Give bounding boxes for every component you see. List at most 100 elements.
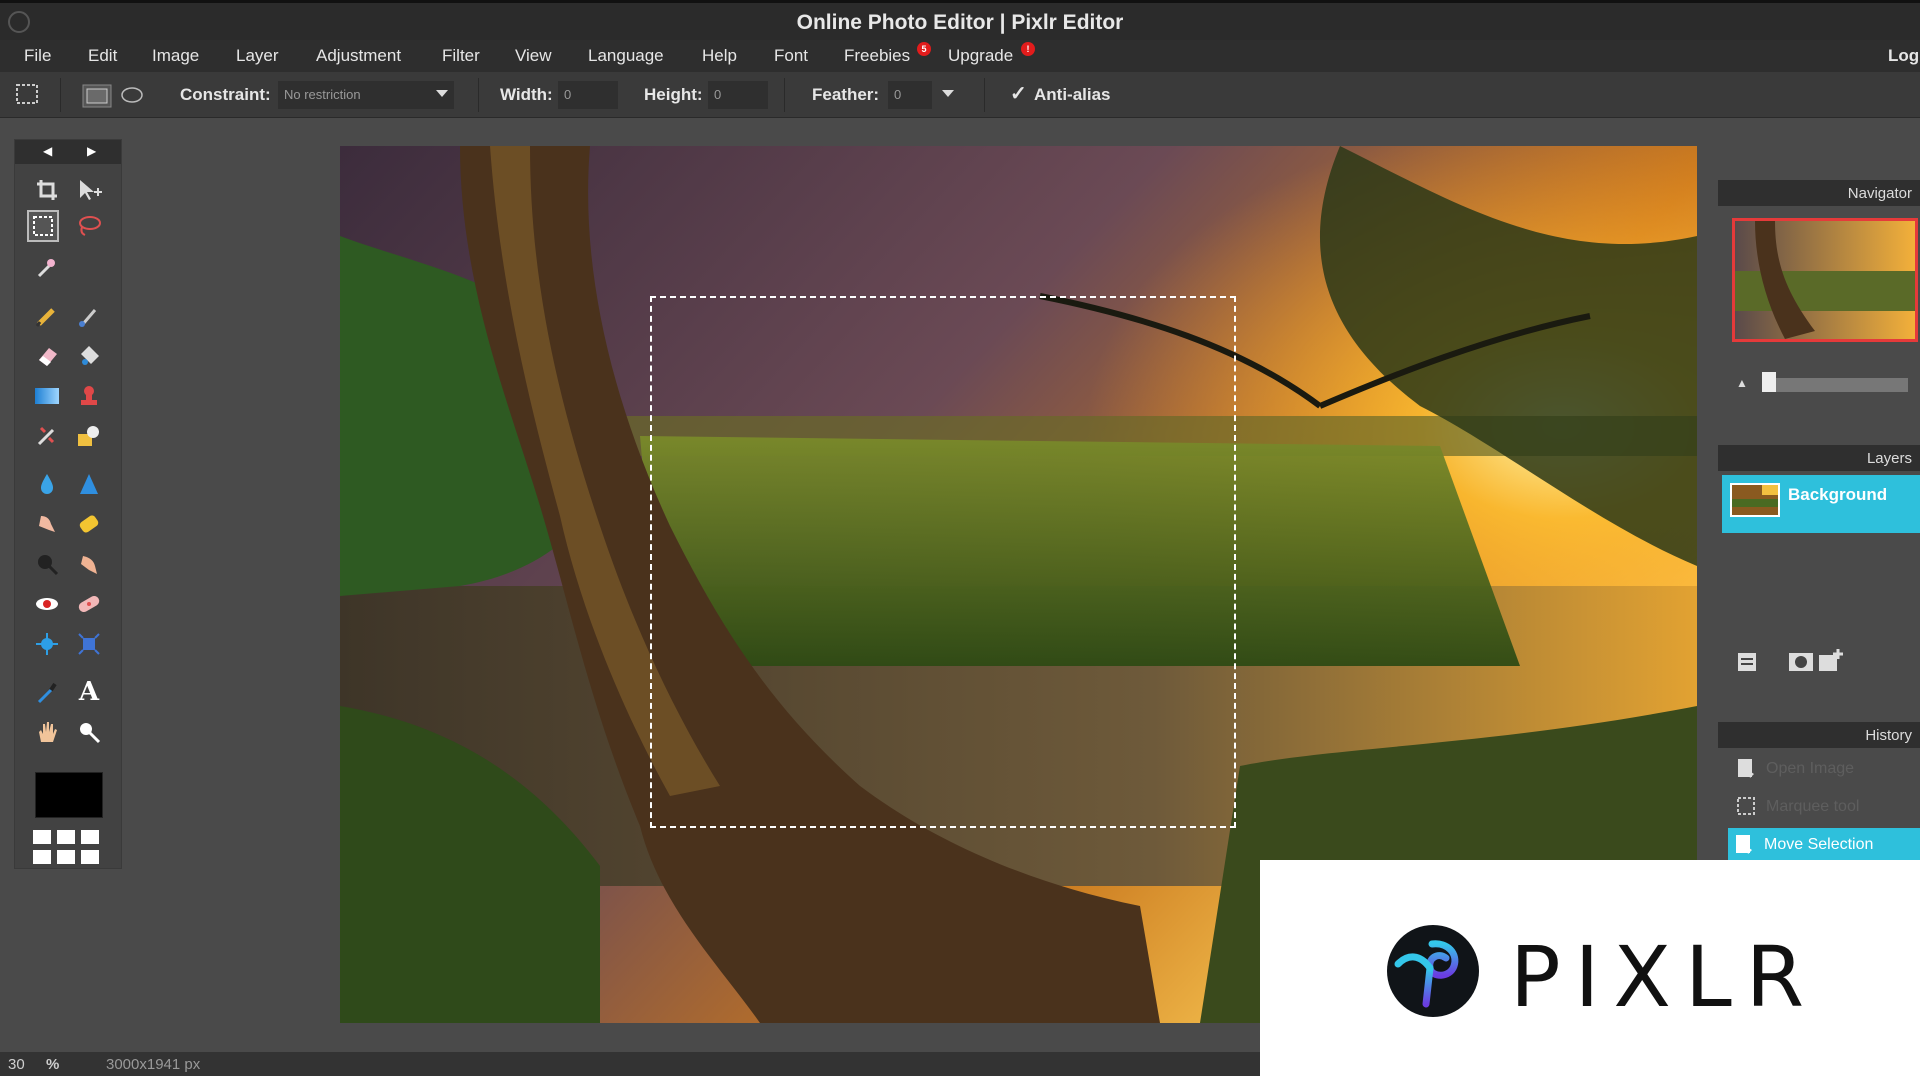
menu-adjustment[interactable]: Adjustment (316, 46, 401, 66)
layer-mask-icon[interactable] (1788, 651, 1814, 673)
menu-language[interactable]: Language (588, 46, 664, 66)
burn-tool-icon[interactable] (31, 548, 63, 580)
login-link[interactable]: Log (1888, 46, 1919, 66)
pencil-tool-icon[interactable] (31, 300, 63, 332)
gradient-tool-icon[interactable] (31, 380, 63, 412)
brand-overlay: PIXLR (1260, 860, 1920, 1080)
marquee-options-icon[interactable] (14, 82, 42, 108)
marquee-history-icon (1737, 797, 1755, 815)
color-picker-tool-icon[interactable] (31, 676, 63, 708)
separator (784, 78, 785, 112)
constraint-dropdown-icon[interactable] (436, 90, 448, 97)
navigator-panel: Navigator ▲ (1718, 180, 1920, 410)
menu-file[interactable]: File (24, 46, 51, 66)
history-item[interactable]: Open Image (1722, 752, 1920, 786)
hand-tool-icon[interactable] (31, 716, 63, 748)
menu-upgrade[interactable]: Upgrade (948, 46, 1013, 66)
menu-layer[interactable]: Layer (236, 46, 279, 66)
menu-filter[interactable]: Filter (442, 46, 480, 66)
crop-tool-icon[interactable] (31, 174, 63, 206)
bloat-tool-icon[interactable] (31, 628, 63, 660)
zoom-out-icon[interactable]: ▲ (1736, 376, 1748, 390)
history-label: Marquee tool (1766, 798, 1860, 815)
lasso-tool-icon[interactable] (73, 210, 105, 242)
navigator-thumbnail[interactable] (1732, 218, 1918, 342)
antialias-checkbox[interactable]: ✓ (1010, 81, 1027, 106)
antialias-label: Anti-alias (1034, 85, 1111, 104)
eraser-tool-icon[interactable] (31, 340, 63, 372)
color-palette-grid-icon[interactable] (33, 830, 103, 872)
drawing-tool-icon[interactable] (73, 420, 105, 452)
paint-bucket-tool-icon[interactable] (73, 340, 105, 372)
open-image-icon (1738, 759, 1754, 778)
pinch-tool-icon[interactable] (73, 628, 105, 660)
menu-font[interactable]: Font (774, 46, 808, 66)
foreground-color-swatch[interactable] (35, 772, 103, 818)
feather-label: Feather: (812, 85, 880, 104)
brush-tool-icon[interactable] (73, 300, 105, 332)
image-dimensions: 3000x1941 px (106, 1056, 201, 1073)
history-item-active[interactable]: Move Selection (1728, 828, 1920, 862)
freebies-badge: 5 (917, 42, 931, 56)
history-item[interactable]: Marquee tool (1722, 790, 1920, 824)
new-layer-icon[interactable] (1818, 649, 1844, 673)
zoom-slider-track[interactable] (1768, 378, 1908, 392)
menu-bar: File Edit Image Layer Adjustment Filter … (0, 40, 1920, 72)
feather-input[interactable]: 0 (888, 81, 932, 109)
move-tool-icon[interactable] (73, 174, 105, 206)
menu-view[interactable]: View (515, 46, 552, 66)
move-selection-icon (1736, 835, 1752, 854)
ellipse-shape-icon[interactable] (120, 86, 144, 104)
height-label: Height: (644, 85, 703, 104)
collapse-right-icon[interactable]: ▶ (87, 144, 96, 158)
menu-help[interactable]: Help (702, 46, 737, 66)
menu-freebies[interactable]: Freebies (844, 46, 910, 66)
history-label: Open Image (1766, 760, 1855, 777)
marquee-tool-icon[interactable] (27, 210, 59, 242)
layers-title: Layers (1718, 445, 1920, 471)
rectangle-shape-icon[interactable] (82, 84, 112, 108)
navigator-title: Navigator (1718, 180, 1920, 206)
dodge-tool-icon[interactable] (73, 548, 105, 580)
history-panel: History Open Image Marquee tool Move Sel… (1718, 722, 1920, 862)
red-eye-tool-icon[interactable] (31, 588, 63, 620)
layer-settings-icon[interactable] (1736, 651, 1758, 673)
tools-panel: ◀ ▶ A (14, 139, 122, 869)
layer-row[interactable]: Background (1722, 475, 1920, 533)
separator (984, 78, 985, 112)
tools-panel-header: ◀ ▶ (15, 140, 121, 164)
tool-options-bar: Constraint: No restriction Width: 0 Heig… (0, 72, 1920, 118)
zoom-tool-icon[interactable] (73, 716, 105, 748)
color-replace-tool-icon[interactable] (31, 420, 63, 452)
zoom-slider-handle[interactable] (1762, 372, 1776, 392)
blur-tool-icon[interactable] (31, 468, 63, 500)
separator (60, 78, 61, 112)
feather-dropdown-icon[interactable] (942, 90, 954, 97)
layer-thumbnail (1730, 483, 1780, 517)
height-input[interactable]: 0 (708, 81, 768, 109)
zoom-unit: % (46, 1056, 60, 1073)
sharpen-tool-icon[interactable] (73, 468, 105, 500)
clone-stamp-tool-icon[interactable] (73, 380, 105, 412)
window-title: Online Photo Editor | Pixlr Editor (796, 11, 1124, 34)
spot-heal-tool-icon[interactable] (73, 588, 105, 620)
magic-wand-tool-icon[interactable] (31, 250, 63, 282)
smudge-tool-icon[interactable] (31, 508, 63, 540)
marquee-selection[interactable] (650, 296, 1236, 828)
collapse-left-icon[interactable]: ◀ (43, 144, 52, 158)
width-label: Width: (500, 85, 553, 104)
zoom-value[interactable]: 30 (8, 1056, 25, 1073)
separator (478, 78, 479, 112)
menu-edit[interactable]: Edit (88, 46, 117, 66)
text-tool-icon[interactable]: A (73, 676, 105, 708)
title-bar: Online Photo Editor | Pixlr Editor (0, 0, 1920, 40)
constraint-select[interactable]: No restriction (278, 81, 454, 109)
pixlr-logo-icon (1387, 925, 1479, 1017)
history-label: Move Selection (1764, 836, 1874, 853)
layer-name: Background (1788, 485, 1888, 504)
sponge-tool-icon[interactable] (73, 508, 105, 540)
layers-panel: Layers Background (1718, 445, 1920, 685)
menu-image[interactable]: Image (152, 46, 199, 66)
width-input[interactable]: 0 (558, 81, 618, 109)
history-title: History (1718, 722, 1920, 748)
